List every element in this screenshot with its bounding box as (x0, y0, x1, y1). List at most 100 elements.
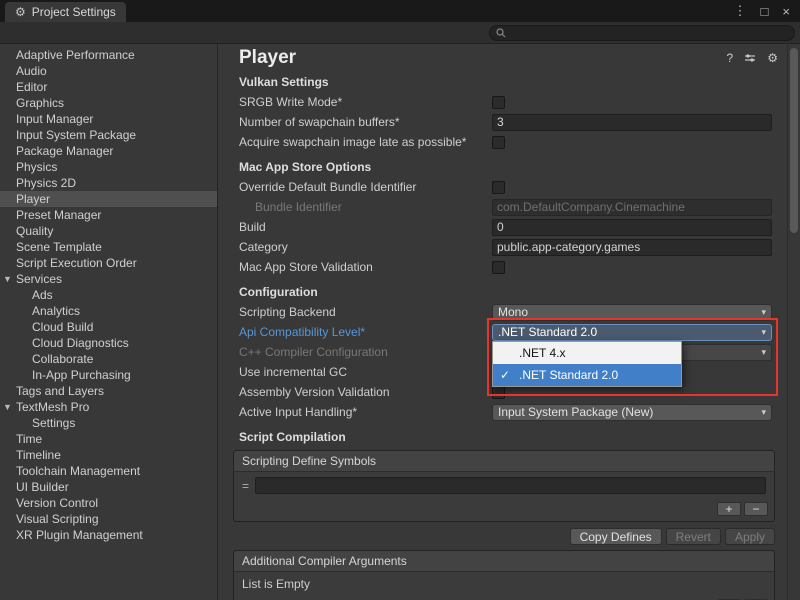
sidebar-item-textmesh-pro[interactable]: ▼ TextMesh Pro (0, 399, 217, 415)
swapchain-buffers-input[interactable] (492, 114, 772, 131)
sidebar-item-cloud-diagnostics[interactable]: Cloud Diagnostics (0, 335, 217, 351)
gear-icon[interactable]: ⚙ (767, 51, 778, 65)
dropdown-value: Mono (498, 305, 528, 319)
define-symbol-input[interactable] (255, 477, 766, 494)
search-bar[interactable] (489, 25, 795, 41)
sidebar-item-analytics[interactable]: Analytics (0, 303, 217, 319)
sidebar-item-adaptive-performance[interactable]: Adaptive Performance (0, 47, 217, 63)
scrollbar-thumb[interactable] (790, 48, 798, 233)
apply-button: Apply (725, 528, 775, 545)
row-api-compatibility-level: Api Compatibility Level* .NET Standard 2… (219, 322, 800, 342)
additional-compiler-arguments-box: Additional Compiler Arguments List is Em… (233, 550, 775, 600)
override-bundle-identifier-checkbox[interactable] (492, 181, 505, 194)
search-icon (496, 28, 506, 38)
gear-icon: ⚙ (15, 5, 26, 19)
sidebar-item-input-manager[interactable]: Input Manager (0, 111, 217, 127)
sidebar-item-time[interactable]: Time (0, 431, 217, 447)
check-icon: ✓ (500, 368, 510, 382)
sidebar-item-ads[interactable]: Ads (0, 287, 217, 303)
row-scripting-backend: Scripting Backend Mono ▾ (219, 302, 800, 322)
field-label: Acquire swapchain image late as possible… (239, 135, 492, 149)
sidebar-item-scene-template[interactable]: Scene Template (0, 239, 217, 255)
remove-define-button[interactable]: − (744, 502, 768, 516)
chevron-down-icon: ▾ (761, 307, 766, 318)
active-input-handling-dropdown[interactable]: Input System Package (New) ▾ (492, 404, 772, 421)
help-icon[interactable]: ? (727, 51, 734, 65)
sidebar-item-version-control[interactable]: Version Control (0, 495, 217, 511)
sidebar-item-timeline[interactable]: Timeline (0, 447, 217, 463)
dropdown-option-net-standard-20[interactable]: ✓ .NET Standard 2.0 (493, 364, 681, 386)
settings-category-list: Adaptive Performance Audio Editor Graphi… (0, 44, 218, 600)
acquire-swapchain-checkbox[interactable] (492, 136, 505, 149)
sidebar-item-player[interactable]: Player (0, 191, 217, 207)
sidebar-item-editor[interactable]: Editor (0, 79, 217, 95)
sidebar-item-visual-scripting[interactable]: Visual Scripting (0, 511, 217, 527)
revert-button: Revert (666, 528, 721, 545)
api-compatibility-dropdown[interactable]: .NET Standard 2.0 ▾ (492, 324, 772, 341)
api-compatibility-dropdown-popup: .NET 4.x ✓ .NET Standard 2.0 (492, 341, 682, 387)
assembly-version-validation-checkbox[interactable] (492, 386, 505, 399)
field-label: Scripting Backend (239, 305, 492, 319)
sidebar-item-physics[interactable]: Physics (0, 159, 217, 175)
field-label: Category (239, 240, 492, 254)
tab-project-settings[interactable]: ⚙ Project Settings (5, 2, 126, 22)
tab-title: Project Settings (32, 5, 116, 19)
row-mac-app-store-validation: Mac App Store Validation (219, 257, 800, 277)
sidebar-item-tags-and-layers[interactable]: Tags and Layers (0, 383, 217, 399)
sidebar-item-label: Services (16, 272, 62, 286)
sidebar-item-quality[interactable]: Quality (0, 223, 217, 239)
sidebar-item-physics-2d[interactable]: Physics 2D (0, 175, 217, 191)
sidebar-item-collaborate[interactable]: Collaborate (0, 351, 217, 367)
window-controls: ⋮ □ × (734, 0, 800, 22)
srgb-write-mode-checkbox[interactable] (492, 96, 505, 109)
row-override-bundle-identifier: Override Default Bundle Identifier (219, 177, 800, 197)
sidebar-item-graphics[interactable]: Graphics (0, 95, 217, 111)
panel-header: Player ? ⚙ (219, 44, 800, 72)
sidebar-item-script-execution-order[interactable]: Script Execution Order (0, 255, 217, 271)
list-empty-label: List is Empty (242, 577, 310, 591)
chevron-down-icon: ▾ (761, 327, 766, 338)
add-define-button[interactable]: + (717, 502, 741, 516)
vertical-scrollbar[interactable] (787, 44, 800, 600)
sidebar-item-ui-builder[interactable]: UI Builder (0, 479, 217, 495)
mac-app-store-validation-checkbox[interactable] (492, 261, 505, 274)
title-bar: ⚙ Project Settings ⋮ □ × (0, 0, 800, 22)
drag-handle-icon[interactable]: = (242, 479, 249, 493)
sidebar-item-package-manager[interactable]: Package Manager (0, 143, 217, 159)
copy-defines-button[interactable]: Copy Defines (570, 528, 662, 545)
close-icon[interactable]: × (782, 4, 790, 19)
foldout-arrow-icon[interactable]: ▼ (3, 274, 12, 284)
presets-icon[interactable] (744, 52, 756, 64)
field-label: C++ Compiler Configuration (239, 345, 492, 359)
section-configuration: Configuration (219, 282, 800, 302)
field-label: Use incremental GC (239, 365, 492, 379)
scripting-backend-dropdown[interactable]: Mono ▾ (492, 304, 772, 321)
sidebar-item-in-app-purchasing[interactable]: In-App Purchasing (0, 367, 217, 383)
foldout-arrow-icon[interactable]: ▼ (3, 402, 12, 412)
sidebar-item-audio[interactable]: Audio (0, 63, 217, 79)
toolbar (0, 22, 800, 44)
sidebar-item-textmesh-settings[interactable]: Settings (0, 415, 217, 431)
section-vulkan-settings: Vulkan Settings (219, 72, 800, 92)
kebab-menu-icon[interactable]: ⋮ (734, 3, 747, 19)
sidebar-item-label: TextMesh Pro (16, 400, 89, 414)
category-input[interactable] (492, 239, 772, 256)
sidebar-item-toolchain-management[interactable]: Toolchain Management (0, 463, 217, 479)
row-acquire-swapchain: Acquire swapchain image late as possible… (219, 132, 800, 152)
sidebar-item-cloud-build[interactable]: Cloud Build (0, 319, 217, 335)
section-mac-app-store: Mac App Store Options (219, 157, 800, 177)
maximize-icon[interactable]: □ (761, 4, 769, 19)
sidebar-item-preset-manager[interactable]: Preset Manager (0, 207, 217, 223)
bundle-identifier-input (492, 199, 772, 216)
dropdown-option-net-4x[interactable]: .NET 4.x (493, 342, 681, 364)
page-title: Player (239, 47, 296, 69)
sidebar-item-input-system-package[interactable]: Input System Package (0, 127, 217, 143)
sidebar-item-services[interactable]: ▼ Services (0, 271, 217, 287)
sidebar-item-xr-plugin-management[interactable]: XR Plugin Management (0, 527, 217, 543)
field-label: Mac App Store Validation (239, 260, 492, 274)
dropdown-value: .NET Standard 2.0 (498, 325, 597, 339)
search-input[interactable] (510, 27, 788, 39)
scripting-define-symbols-title: Scripting Define Symbols (234, 451, 774, 472)
section-script-compilation: Script Compilation (219, 427, 800, 447)
build-input[interactable] (492, 219, 772, 236)
